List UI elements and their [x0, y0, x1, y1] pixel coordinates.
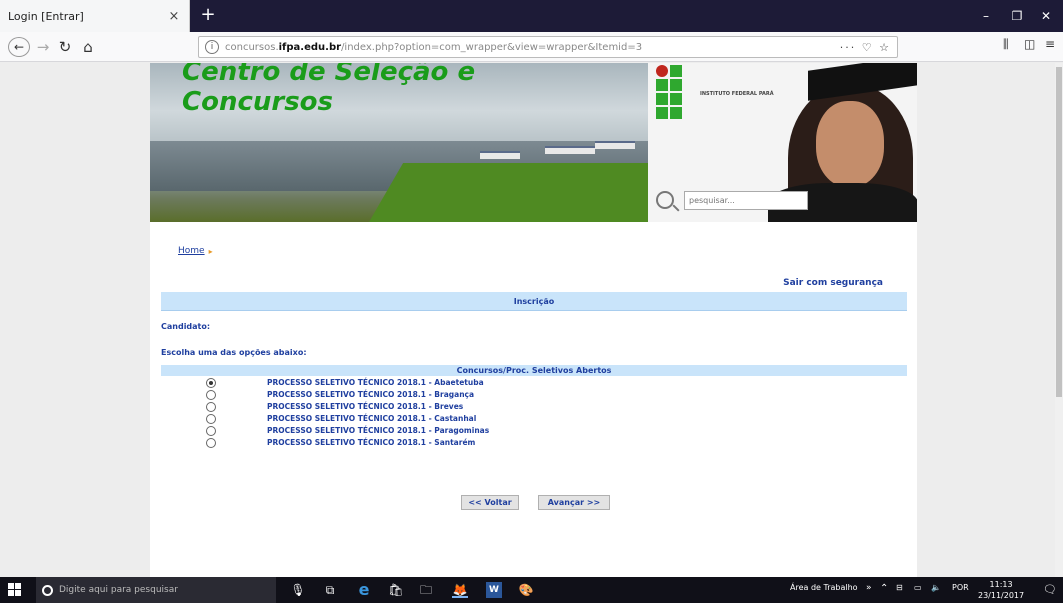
paint-icon[interactable]: 🎨	[518, 582, 534, 598]
url-text: concursos.ifpa.edu.br/index.php?option=c…	[225, 42, 840, 53]
voltar-button[interactable]: << Voltar	[461, 495, 519, 510]
search-input[interactable]	[684, 191, 808, 210]
header-banner-image: Centro de Seleção e Concursos	[150, 63, 648, 222]
taskbar-search-placeholder: Digite aqui para pesquisar	[59, 585, 178, 595]
clock-time: 11:13	[989, 580, 1013, 589]
display-icon[interactable]: ▭	[914, 583, 922, 592]
menu-icon[interactable]: ≡	[1045, 37, 1055, 51]
edge-browser-icon[interactable]: e	[356, 582, 372, 598]
desktop-toolbar-label[interactable]: Área de Trabalho	[790, 583, 858, 592]
list-item: PROCESSO SELETIVO TÉCNICO 2018.1 - Parag…	[161, 425, 907, 437]
taskbar-clock[interactable]: 11:13 23/11/2017	[978, 579, 1024, 601]
avancar-button[interactable]: Avançar >>	[538, 495, 610, 510]
url-path: /index.php?option=com_wrapper&view=wrapp…	[341, 41, 643, 53]
url-prefix: concursos.	[225, 41, 279, 53]
browser-nav-bar: ← → ↻ ⌂ i concursos.ifpa.edu.br/index.ph…	[0, 32, 1063, 62]
browser-tab-bar: Login [Entrar] × + – ❐ ✕	[0, 0, 1063, 32]
tray-expand-icon[interactable]: »	[866, 583, 872, 593]
option-label[interactable]: PROCESSO SELETIVO TÉCNICO 2018.1 - Breve…	[267, 401, 463, 413]
concursos-header: Concursos/Proc. Seletivos Abertos	[161, 365, 907, 376]
breadcrumb: Home ▸	[178, 246, 213, 256]
inscricao-header: Inscrição	[161, 292, 907, 311]
url-domain: ifpa.edu.br	[278, 41, 342, 53]
breadcrumb-arrow-icon: ▸	[208, 246, 213, 256]
page-container: Centro de Seleção e Concursos INSTITUTO …	[150, 63, 917, 577]
list-item: PROCESSO SELETIVO TÉCNICO 2018.1 - Abaet…	[161, 377, 907, 389]
option-label[interactable]: PROCESSO SELETIVO TÉCNICO 2018.1 - Abaet…	[267, 377, 484, 389]
file-explorer-icon[interactable]: 🗀	[418, 582, 434, 598]
option-radio[interactable]	[206, 438, 216, 448]
boat-decoration	[595, 141, 635, 149]
option-radio[interactable]	[206, 426, 216, 436]
network-icon[interactable]: ⊟	[896, 583, 903, 592]
task-view-icon[interactable]: ⧉	[322, 582, 338, 598]
list-item: PROCESSO SELETIVO TÉCNICO 2018.1 - Braga…	[161, 389, 907, 401]
site-header: Centro de Seleção e Concursos INSTITUTO …	[150, 63, 917, 222]
site-title-line2: Concursos	[182, 87, 334, 117]
home-icon[interactable]: ⌂	[77, 37, 99, 57]
list-item: PROCESSO SELETIVO TÉCNICO 2018.1 - Breve…	[161, 401, 907, 413]
new-tab-button[interactable]: +	[196, 4, 220, 28]
notification-icon[interactable]: 🗨	[1043, 583, 1057, 596]
option-radio[interactable]	[206, 414, 216, 424]
taskbar-search-box[interactable]: Digite aqui para pesquisar	[36, 577, 276, 603]
option-radio[interactable]	[206, 378, 216, 388]
url-bar[interactable]: i concursos.ifpa.edu.br/index.php?option…	[198, 36, 898, 58]
ifpa-logo-icon	[656, 65, 696, 121]
header-photo: INSTITUTO FEDERAL PARÁ	[648, 63, 917, 222]
option-label[interactable]: PROCESSO SELETIVO TÉCNICO 2018.1 - Braga…	[267, 389, 474, 401]
reload-icon[interactable]: ↻	[54, 37, 76, 57]
windows-taskbar: Digite aqui para pesquisar 🎙 ⧉ e 🛍 🗀 🦊 W…	[0, 577, 1063, 603]
list-item: PROCESSO SELETIVO TÉCNICO 2018.1 - Santa…	[161, 437, 907, 449]
site-title: Centro de Seleção e Concursos	[182, 63, 475, 117]
candidato-label: Candidato:	[161, 322, 211, 331]
graduate-face	[816, 101, 884, 187]
back-arrow-icon[interactable]: ←	[8, 37, 30, 57]
option-label[interactable]: PROCESSO SELETIVO TÉCNICO 2018.1 - Casta…	[267, 413, 476, 425]
escolha-label: Escolha uma das opções abaixo:	[161, 348, 307, 357]
option-label[interactable]: PROCESSO SELETIVO TÉCNICO 2018.1 - Santa…	[267, 437, 475, 449]
page-actions-icon[interactable]: ··· ♡ ☆	[840, 41, 891, 54]
browser-tab[interactable]: Login [Entrar] ×	[0, 0, 190, 32]
option-label[interactable]: PROCESSO SELETIVO TÉCNICO 2018.1 - Parag…	[267, 425, 489, 437]
cortana-icon	[42, 584, 53, 596]
forward-arrow-icon[interactable]: →	[32, 37, 54, 57]
option-radio[interactable]	[206, 402, 216, 412]
word-icon[interactable]: W	[486, 582, 502, 598]
windows-start-icon[interactable]	[8, 583, 22, 597]
boat-decoration	[545, 146, 595, 154]
options-list: PROCESSO SELETIVO TÉCNICO 2018.1 - Abaet…	[161, 377, 907, 449]
info-icon[interactable]: i	[205, 40, 219, 54]
site-title-line1: Centro de Seleção e	[182, 63, 476, 87]
breadcrumb-home-link[interactable]: Home	[178, 246, 205, 256]
search-icon[interactable]	[656, 191, 674, 209]
boat-decoration	[480, 151, 520, 159]
clock-date: 23/11/2017	[978, 591, 1025, 600]
language-indicator[interactable]: POR	[952, 583, 969, 592]
scrollbar-thumb[interactable]	[1056, 67, 1062, 397]
tab-close-icon[interactable]: ×	[165, 9, 183, 24]
library-icon[interactable]: ⫼	[1003, 37, 1009, 52]
tab-title: Login [Entrar]	[8, 9, 84, 23]
list-item: PROCESSO SELETIVO TÉCNICO 2018.1 - Casta…	[161, 413, 907, 425]
logout-link[interactable]: Sair com segurança	[783, 278, 883, 288]
grass-decoration	[356, 163, 648, 222]
option-radio[interactable]	[206, 390, 216, 400]
firefox-icon[interactable]: 🦊	[452, 582, 468, 598]
store-icon[interactable]: 🛍	[388, 582, 404, 598]
logo-text: INSTITUTO FEDERAL PARÁ	[700, 91, 774, 97]
volume-icon[interactable]: 🔈	[931, 583, 941, 592]
tray-chevron-up-icon[interactable]: ⌃	[880, 583, 888, 594]
page-scrollbar[interactable]	[1055, 63, 1063, 577]
close-window-button[interactable]: ✕	[1027, 0, 1063, 32]
microphone-icon[interactable]: 🎙	[290, 582, 306, 598]
sidebar-icon[interactable]: ◫	[1024, 37, 1035, 51]
